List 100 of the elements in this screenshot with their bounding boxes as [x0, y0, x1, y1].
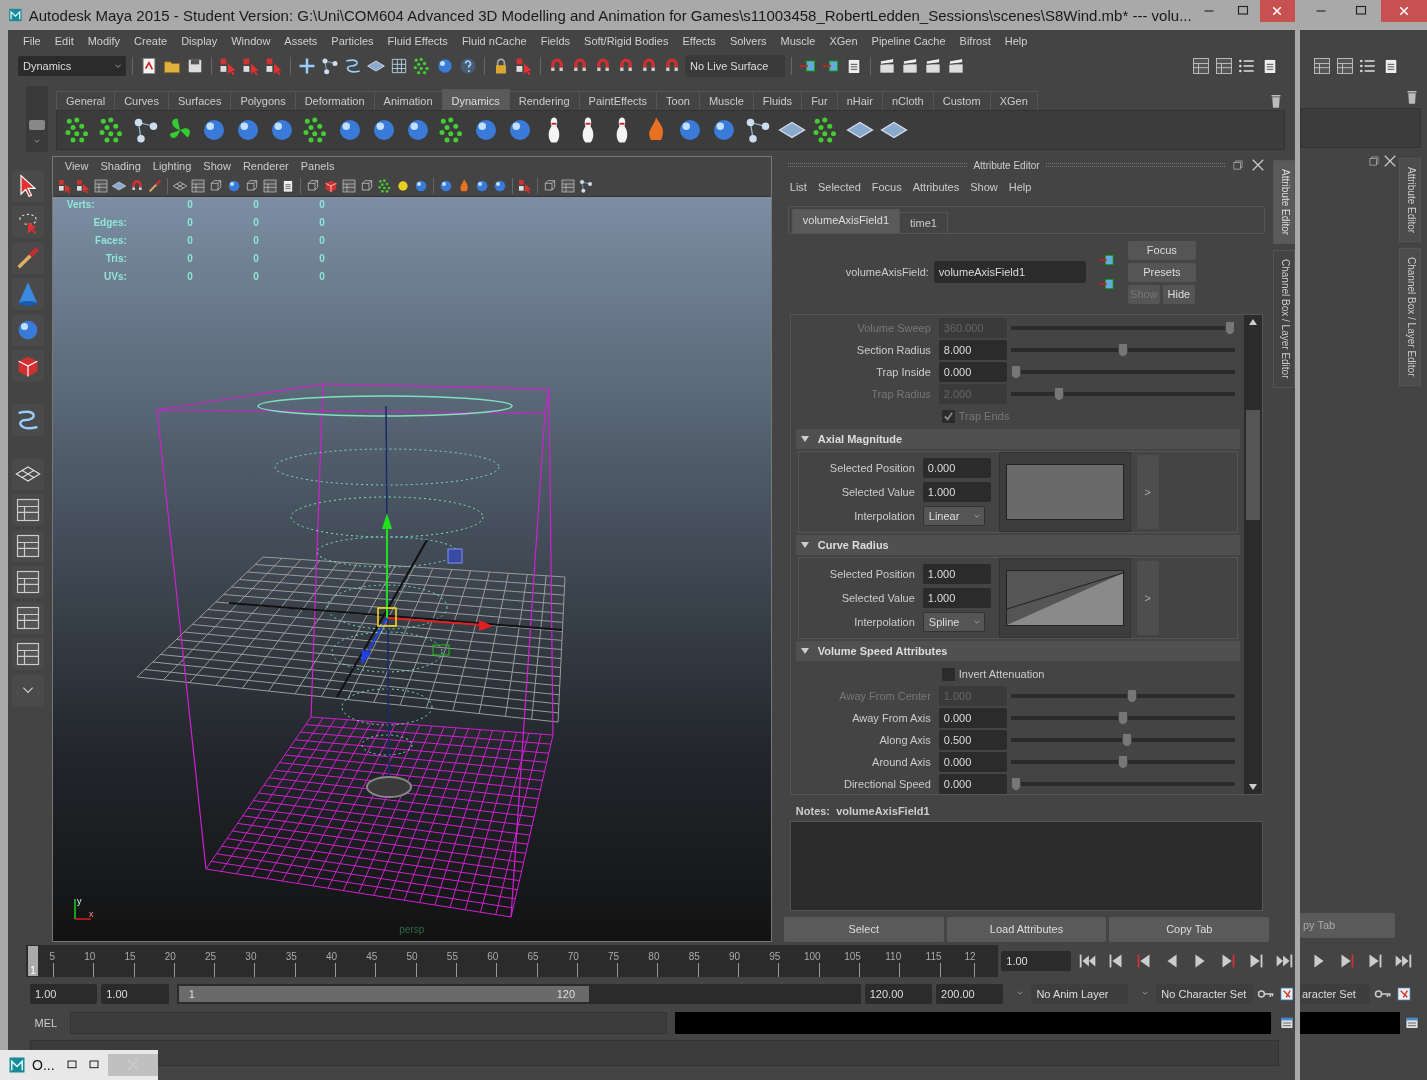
- script-editor-icon[interactable]: [1279, 1015, 1295, 1031]
- ramp-graph[interactable]: [1005, 464, 1124, 520]
- grip-icon[interactable]: [29, 120, 45, 130]
- maya-logo-icon[interactable]: [8, 1056, 26, 1074]
- panel-menu-item[interactable]: Renderer: [236, 160, 295, 172]
- menu-item[interactable]: Effects: [675, 35, 723, 47]
- triangle-icon[interactable]: [799, 646, 810, 656]
- dots-icon[interactable]: [412, 56, 432, 76]
- shelf-tab[interactable]: Polygons: [230, 91, 296, 110]
- expand-ramp-button[interactable]: >: [1136, 561, 1159, 635]
- end-time-field[interactable]: 200.00: [936, 984, 1004, 1004]
- slider-thumb[interactable]: [1010, 365, 1021, 379]
- triangle-icon[interactable]: [799, 540, 810, 550]
- plus-icon[interactable]: [297, 56, 317, 76]
- menu-item[interactable]: Bifrost: [952, 35, 998, 47]
- editor-button[interactable]: Presets: [1127, 262, 1196, 282]
- side-tab[interactable]: Channel Box / Layer Editor: [1399, 248, 1421, 386]
- value-field[interactable]: 0.000: [938, 708, 1007, 728]
- shelf-tab[interactable]: General: [56, 91, 116, 110]
- menu-set-dropdown[interactable]: Dynamics: [18, 56, 126, 76]
- panel-menu-item[interactable]: View: [58, 160, 95, 172]
- menu-item[interactable]: Particles: [324, 35, 381, 47]
- value-field[interactable]: 1.000: [922, 564, 991, 584]
- menu-item[interactable]: Attributes: [908, 181, 964, 193]
- ramp-graph[interactable]: [1005, 570, 1124, 626]
- select-arrow-icon[interactable]: [241, 56, 261, 76]
- playback-start-field[interactable]: 1.00: [101, 984, 169, 1004]
- select-arrow-icon[interactable]: [264, 56, 284, 76]
- menu-item[interactable]: Window: [224, 35, 278, 47]
- shelf-tab[interactable]: XGen: [989, 91, 1038, 110]
- character-set-dropdown[interactable]: No Character Set: [1156, 984, 1254, 1004]
- interpolation-dropdown[interactable]: Linear: [922, 506, 985, 526]
- menu-item[interactable]: Edit: [47, 35, 81, 47]
- shelf-tab[interactable]: Rendering: [508, 91, 580, 110]
- character-set-icon[interactable]: [1279, 986, 1295, 1002]
- side-tab[interactable]: Attribute Editor: [1399, 158, 1421, 243]
- menu-item[interactable]: Show: [966, 181, 1002, 193]
- select-arrow-icon[interactable]: [514, 56, 534, 76]
- restore-icon[interactable]: [1367, 154, 1381, 168]
- section-header[interactable]: Curve Radius: [795, 535, 1241, 555]
- expand-ramp-button[interactable]: >: [1136, 455, 1159, 529]
- time-slider[interactable]: 1 5 10 15 20 25 30 35 40 45 50 55 60 65 70 75 80 85 90 95 100 105 110 115 12: [26, 945, 999, 977]
- range-slider-bar[interactable]: 1 120: [178, 986, 590, 1002]
- value-field[interactable]: 1.000: [922, 482, 991, 502]
- slider-thumb[interactable]: [1117, 711, 1128, 725]
- menu-item[interactable]: Solvers: [722, 35, 774, 47]
- clapperboard-icon[interactable]: [946, 56, 966, 76]
- menu-item[interactable]: Fluid nCache: [454, 35, 534, 47]
- select-arrow-icon[interactable]: [516, 177, 533, 194]
- panel-layout-icon[interactable]: [1191, 56, 1211, 76]
- panel-layout-icon[interactable]: [1214, 56, 1234, 76]
- close-button[interactable]: [1259, 0, 1295, 22]
- menu-item[interactable]: Pipeline Cache: [864, 35, 953, 47]
- start-time-field[interactable]: 1.00: [30, 984, 98, 1004]
- value-field[interactable]: 0.000: [922, 458, 991, 478]
- side-tab[interactable]: Channel Box / Layer Editor: [1273, 250, 1295, 388]
- close-icon[interactable]: [1383, 154, 1397, 168]
- character-set-dropdown[interactable]: aracter Set: [1300, 984, 1370, 1004]
- hide-button[interactable]: Hide: [1162, 284, 1195, 304]
- panel-menu-item[interactable]: Shading: [94, 160, 147, 172]
- menu-item[interactable]: Fields: [533, 35, 578, 47]
- scroll-thumb[interactable]: [1246, 409, 1261, 520]
- value-field[interactable]: 8.000: [938, 340, 1007, 360]
- select-arrow-icon[interactable]: [74, 177, 91, 194]
- side-tab[interactable]: Attribute Editor: [1273, 160, 1295, 245]
- dots-icon[interactable]: [376, 177, 393, 194]
- anim-layer-dropdown[interactable]: No Anim Layer: [1031, 984, 1129, 1004]
- help-icon[interactable]: [458, 56, 478, 76]
- node-tab[interactable]: volumeAxisField1: [791, 209, 900, 233]
- menu-item[interactable]: XGen: [822, 35, 865, 47]
- menu-item[interactable]: Modify: [80, 35, 128, 47]
- node-graph-icon[interactable]: [577, 177, 594, 194]
- live-surface-field[interactable]: No Live Surface: [685, 55, 785, 77]
- editor-button[interactable]: Select: [783, 917, 944, 942]
- menu-item[interactable]: Muscle: [773, 35, 823, 47]
- section-header[interactable]: Volume Speed Attributes: [795, 641, 1241, 661]
- menu-item[interactable]: Display: [174, 35, 225, 47]
- editor-button[interactable]: Copy Tab: [1109, 917, 1270, 942]
- panel-layout-icon[interactable]: [559, 177, 576, 194]
- playback-end-field[interactable]: 120.00: [864, 984, 933, 1004]
- menu-item[interactable]: File: [16, 35, 48, 47]
- value-field[interactable]: 0.000: [938, 774, 1007, 794]
- node-name-field[interactable]: volumeAxisField1: [933, 261, 1086, 283]
- shelf-handle[interactable]: [26, 86, 48, 152]
- save-icon[interactable]: [185, 56, 205, 76]
- panel-menu-item[interactable]: Lighting: [146, 160, 198, 172]
- command-language-label[interactable]: MEL: [30, 1017, 62, 1029]
- curve-icon[interactable]: [343, 56, 363, 76]
- clapperboard-icon[interactable]: [900, 56, 920, 76]
- slider-thumb[interactable]: [1122, 733, 1133, 747]
- scrollbar[interactable]: [1244, 315, 1263, 794]
- restore-icon[interactable]: [1231, 158, 1246, 172]
- menu-item[interactable]: Create: [127, 35, 175, 47]
- lattice-icon[interactable]: [389, 56, 409, 76]
- sphere-icon[interactable]: [435, 56, 455, 76]
- value-field[interactable]: 1.000: [922, 588, 991, 608]
- panel-layout-icon[interactable]: [1335, 56, 1355, 76]
- panel-layout-icon[interactable]: [340, 177, 357, 194]
- panel-menu-item[interactable]: Show: [197, 160, 237, 172]
- value-field[interactable]: 0.500: [938, 730, 1007, 750]
